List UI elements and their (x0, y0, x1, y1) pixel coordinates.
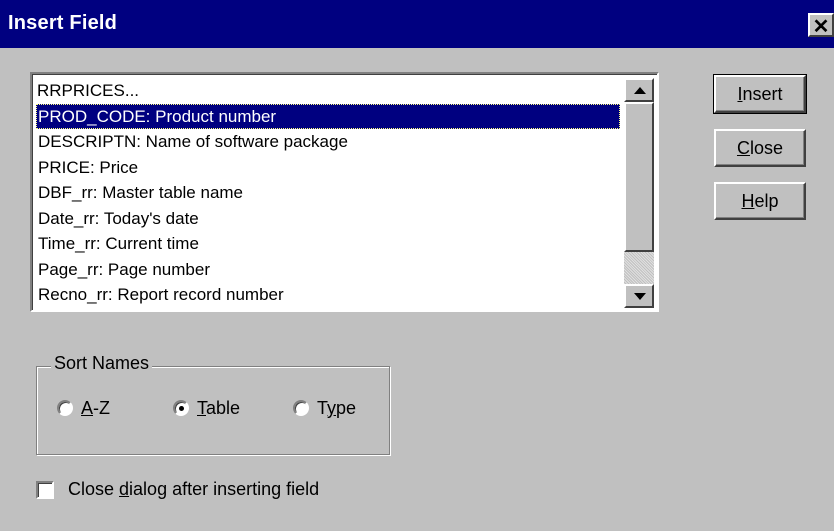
window-title: Insert Field (8, 12, 118, 34)
arrow-down-icon (634, 293, 646, 300)
sort-names-group: Sort Names A-Z Table Type (36, 353, 390, 455)
close-after-insert-mnemonic: d (119, 479, 130, 499)
close-button[interactable]: Close (714, 129, 806, 167)
list-item[interactable]: Time_rr: Current time (36, 231, 620, 257)
vertical-scrollbar[interactable] (624, 78, 654, 308)
close-after-insert-label: Close dialog after inserting field (68, 479, 319, 500)
close-after-insert-rest: ialog after inserting field (129, 479, 320, 499)
sort-table-label: Table (197, 398, 240, 419)
sort-type-rest: pe (336, 398, 357, 418)
close-mnemonic: C (736, 138, 750, 158)
sort-az-mnemonic: A (81, 398, 94, 418)
radio-unselected-icon[interactable] (293, 400, 309, 416)
sort-type-prefix: T (317, 398, 328, 418)
list-item[interactable]: Page_rr: Page number (36, 257, 620, 283)
scroll-down-button[interactable] (624, 284, 654, 308)
sort-type-mnemonic: y (327, 398, 337, 418)
close-label-rest: lose (749, 138, 784, 158)
list-item[interactable]: RRPRICES... (36, 78, 620, 104)
arrow-up-icon (634, 87, 646, 94)
checkbox-unchecked-icon[interactable] (36, 481, 54, 499)
list-item[interactable]: PRICE: Price (36, 155, 620, 181)
title-bar[interactable]: Insert Field ✕ (0, 0, 834, 48)
help-button[interactable]: Help (714, 182, 806, 220)
insert-label-rest: nsert (742, 84, 783, 104)
list-item[interactable]: Recno_rr: Report record number (36, 282, 620, 308)
list-item[interactable]: DESCRIPTN: Name of software package (36, 129, 620, 155)
radio-unselected-icon[interactable] (57, 400, 73, 416)
sort-names-title: Sort Names (51, 353, 153, 374)
help-mnemonic: H (741, 191, 755, 211)
radio-dot-icon (179, 406, 184, 411)
sort-table-rest: able (206, 398, 241, 418)
sort-table-mnemonic: T (197, 398, 206, 418)
sort-az-label: A-Z (81, 398, 110, 419)
close-window-icon[interactable]: ✕ (808, 13, 834, 38)
scroll-thumb[interactable] (624, 102, 654, 252)
scroll-up-button[interactable] (624, 78, 654, 102)
list-item[interactable]: DBF_rr: Master table name (36, 180, 620, 206)
field-list[interactable]: RRPRICES... PROD_CODE: Product number DE… (36, 78, 620, 308)
sort-az-rest: -Z (93, 398, 111, 418)
insert-button[interactable]: Insert (713, 74, 807, 114)
list-item-selected[interactable]: PROD_CODE: Product number (36, 103, 620, 129)
field-listbox[interactable]: RRPRICES... PROD_CODE: Product number DE… (30, 72, 659, 312)
radio-selected-icon[interactable] (173, 400, 189, 416)
close-after-insert-prefix: Close (68, 479, 120, 499)
list-item[interactable]: Date_rr: Today's date (36, 206, 620, 232)
help-label-rest: elp (754, 191, 779, 211)
sort-type-label: Type (317, 398, 356, 419)
